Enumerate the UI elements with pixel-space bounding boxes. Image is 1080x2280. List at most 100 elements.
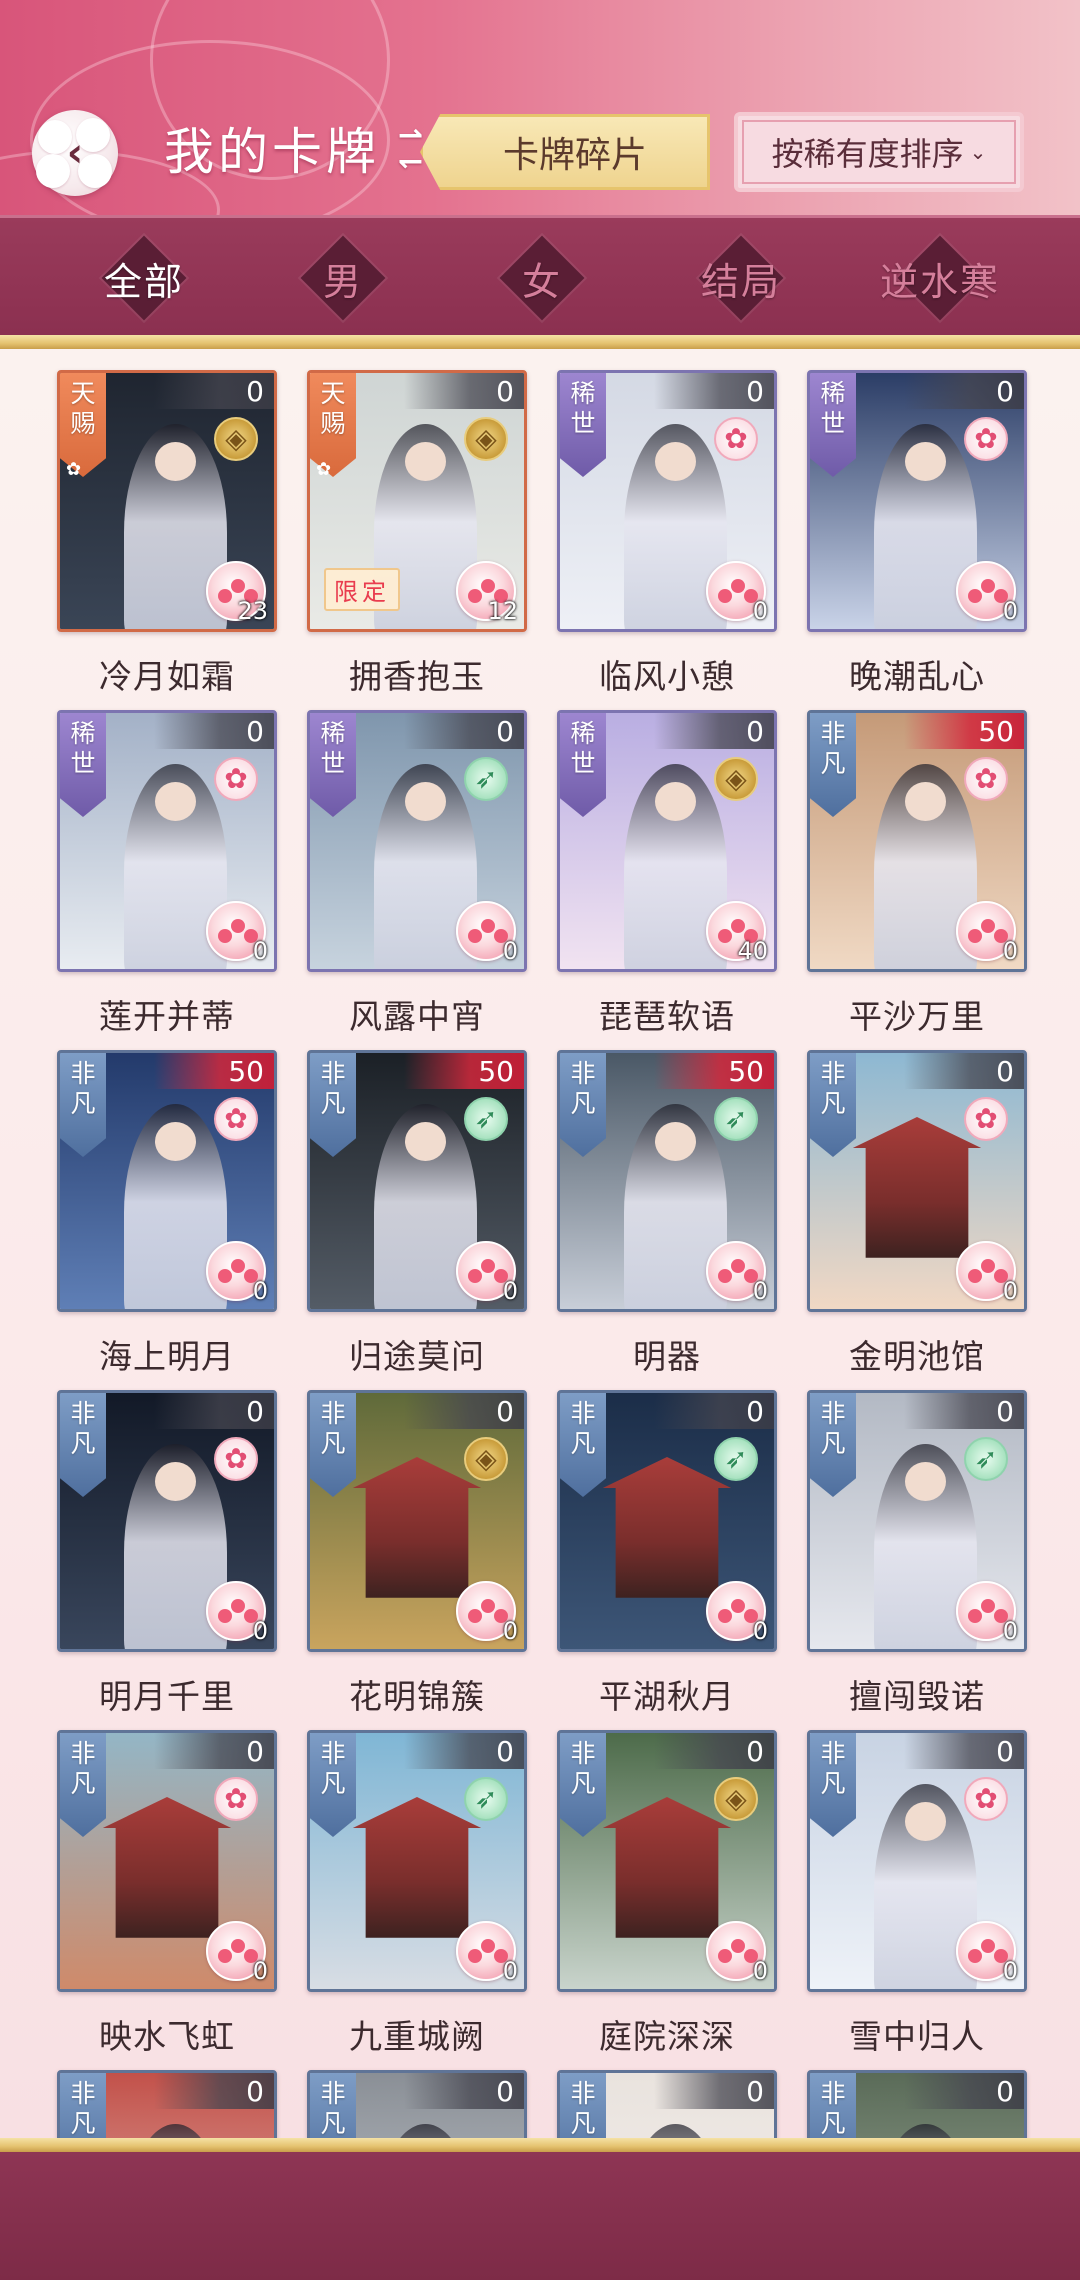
card-count: 0 xyxy=(154,1733,274,1769)
card-item[interactable]: 非凡 0 xyxy=(557,2070,777,2138)
card-count: 50 xyxy=(904,713,1024,749)
card-count: 0 xyxy=(154,2073,274,2109)
plum-blossom-icon: ✿ xyxy=(214,1437,258,1481)
fragment-count: 0 xyxy=(1002,1617,1018,1645)
rarity-badge: 非凡 xyxy=(560,1393,606,1497)
top-header: ‹ 我的卡牌 卡牌碎片 ⇀ ↽ 按稀有度排序 ⌄ xyxy=(0,0,1080,215)
fragment-count: 0 xyxy=(502,1617,518,1645)
card-count: 0 xyxy=(904,2073,1024,2109)
filter-tab-label: 结局 xyxy=(700,259,781,304)
rarity-badge: 非凡 xyxy=(60,1733,106,1837)
fragment-count: 40 xyxy=(737,937,768,965)
card-count: 50 xyxy=(404,1053,524,1089)
rarity-badge: 非凡 xyxy=(810,2073,856,2138)
limited-badge: 限定 xyxy=(324,568,400,611)
rarity-badge: 非凡 xyxy=(810,1393,856,1497)
card-name: 风露中宵 xyxy=(349,997,485,1036)
chevron-left-icon: ‹ xyxy=(66,130,84,176)
card-name: 映水飞虹 xyxy=(99,2017,235,2056)
card-item[interactable]: 稀世 0 ➶ 0 xyxy=(307,710,527,972)
filter-tab-male[interactable]: 男 xyxy=(263,218,423,338)
card-item[interactable]: 非凡 0 ➶ 0 xyxy=(807,1390,1027,1652)
sort-dropdown[interactable]: 按稀有度排序 ⌄ xyxy=(734,112,1024,192)
filter-tab-label: 男 xyxy=(322,259,363,304)
card-item[interactable]: 非凡 0 ✿ 0 xyxy=(807,1050,1027,1312)
card-item[interactable]: 非凡 50 ➶ 0 xyxy=(557,1050,777,1312)
plum-blossom-icon: ✿ xyxy=(964,1097,1008,1141)
card-item[interactable]: 稀世 0 ◈ 40 xyxy=(557,710,777,972)
card-grid: 天赐 ✿ 0 ◈ 23 冷月如霜天赐 ✿ 0 ◈ 限定 12 拥香抱玉稀世 0 ✿ 0 临风小憩稀世 0 ✿ 0 晚潮… xyxy=(0,349,1080,2138)
card-count: 0 xyxy=(654,1393,774,1429)
rarity-badge: 稀世 xyxy=(60,713,106,817)
card-count: 0 xyxy=(654,713,774,749)
fragment-count: 12 xyxy=(487,597,518,625)
card-item[interactable]: 稀世 0 ✿ 0 xyxy=(57,710,277,972)
filter-tab-label: 逆水寒 xyxy=(879,259,1000,304)
card-count: 0 xyxy=(154,373,274,409)
bow-icon: ➶ xyxy=(714,1097,758,1141)
card-name: 临风小憩 xyxy=(599,657,735,696)
back-button[interactable]: ‹ xyxy=(32,110,118,196)
card-item[interactable]: 非凡 0 ✿ 0 xyxy=(807,1730,1027,1992)
card-item[interactable]: 非凡 0 ➶ 0 xyxy=(557,1390,777,1652)
flower-mark-icon: ✿ xyxy=(66,459,82,480)
fragment-count: 0 xyxy=(752,1277,768,1305)
card-item[interactable]: 非凡 0 xyxy=(807,2070,1027,2138)
card-item[interactable]: 稀世 0 ✿ 0 xyxy=(807,370,1027,632)
filter-tab-ending[interactable]: 结局 xyxy=(661,218,821,338)
filter-tab-nishuihan[interactable]: 逆水寒 xyxy=(860,218,1020,338)
fragment-count: 0 xyxy=(252,1277,268,1305)
rarity-badge: 非凡 xyxy=(60,2073,106,2138)
fragment-count: 0 xyxy=(1002,597,1018,625)
card-item[interactable]: 天赐 ✿ 0 ◈ 限定 12 xyxy=(307,370,527,632)
fragment-count: 0 xyxy=(252,1957,268,1985)
coin-icon: ◈ xyxy=(464,1437,508,1481)
card-name: 莲开并蒂 xyxy=(99,997,235,1036)
card-item[interactable]: 非凡 0 ◈ 0 xyxy=(557,1730,777,1992)
bow-icon: ➶ xyxy=(464,1097,508,1141)
card-name: 平湖秋月 xyxy=(599,1677,735,1716)
coin-icon: ◈ xyxy=(714,1777,758,1821)
card-count: 0 xyxy=(404,1733,524,1769)
filter-bar: 全部 男 女 结局 逆水寒 xyxy=(0,215,1080,335)
rarity-badge: 非凡 xyxy=(310,1053,356,1157)
coin-icon: ◈ xyxy=(464,417,508,461)
card-count: 0 xyxy=(654,2073,774,2109)
card-count: 0 xyxy=(404,373,524,409)
card-item[interactable]: 非凡 0 ◈ 0 xyxy=(307,1390,527,1652)
card-item[interactable]: 非凡 50 ✿ 0 xyxy=(807,710,1027,972)
card-item[interactable]: 非凡 50 ➶ 0 xyxy=(307,1050,527,1312)
filter-tab-label: 女 xyxy=(521,259,562,304)
filter-tab-female[interactable]: 女 xyxy=(462,218,622,338)
card-name: 归途莫问 xyxy=(349,1337,485,1376)
card-fragments-label: 卡牌碎片 xyxy=(502,135,647,176)
card-item[interactable]: 天赐 ✿ 0 ◈ 23 xyxy=(57,370,277,632)
rarity-badge: 非凡 xyxy=(310,1393,356,1497)
card-item[interactable]: 非凡 50 ✿ 0 xyxy=(57,1050,277,1312)
card-count: 0 xyxy=(654,1733,774,1769)
rarity-badge: 稀世 xyxy=(560,373,606,477)
bow-icon: ➶ xyxy=(964,1437,1008,1481)
card-item[interactable]: 非凡 0 ➶ 0 xyxy=(307,1730,527,1992)
rarity-badge: 非凡 xyxy=(310,2073,356,2138)
card-count: 0 xyxy=(904,1393,1024,1429)
plum-blossom-icon: ✿ xyxy=(214,757,258,801)
card-name: 晚潮乱心 xyxy=(849,657,985,696)
filter-tab-all[interactable]: 全部 xyxy=(64,218,224,338)
chevron-down-icon: ⌄ xyxy=(969,140,987,164)
card-name: 冷月如霜 xyxy=(99,657,235,696)
card-item[interactable]: 非凡 0 ✿ 0 xyxy=(57,1730,277,1992)
card-name: 明器 xyxy=(633,1337,701,1376)
card-fragments-button[interactable]: 卡牌碎片 xyxy=(420,114,710,190)
plum-blossom-icon: ✿ xyxy=(964,757,1008,801)
rarity-badge: 非凡 xyxy=(60,1053,106,1157)
card-item[interactable]: 非凡 0 ✿ 0 xyxy=(57,1390,277,1652)
card-count: 0 xyxy=(404,2073,524,2109)
card-item[interactable]: 稀世 0 ✿ 0 xyxy=(557,370,777,632)
rarity-badge: 非凡 xyxy=(560,2073,606,2138)
rarity-badge: 稀世 xyxy=(310,713,356,817)
fragment-count: 0 xyxy=(1002,1277,1018,1305)
card-item[interactable]: 非凡 0 xyxy=(57,2070,277,2138)
card-count: 0 xyxy=(404,1393,524,1429)
card-item[interactable]: 非凡 0 xyxy=(307,2070,527,2138)
